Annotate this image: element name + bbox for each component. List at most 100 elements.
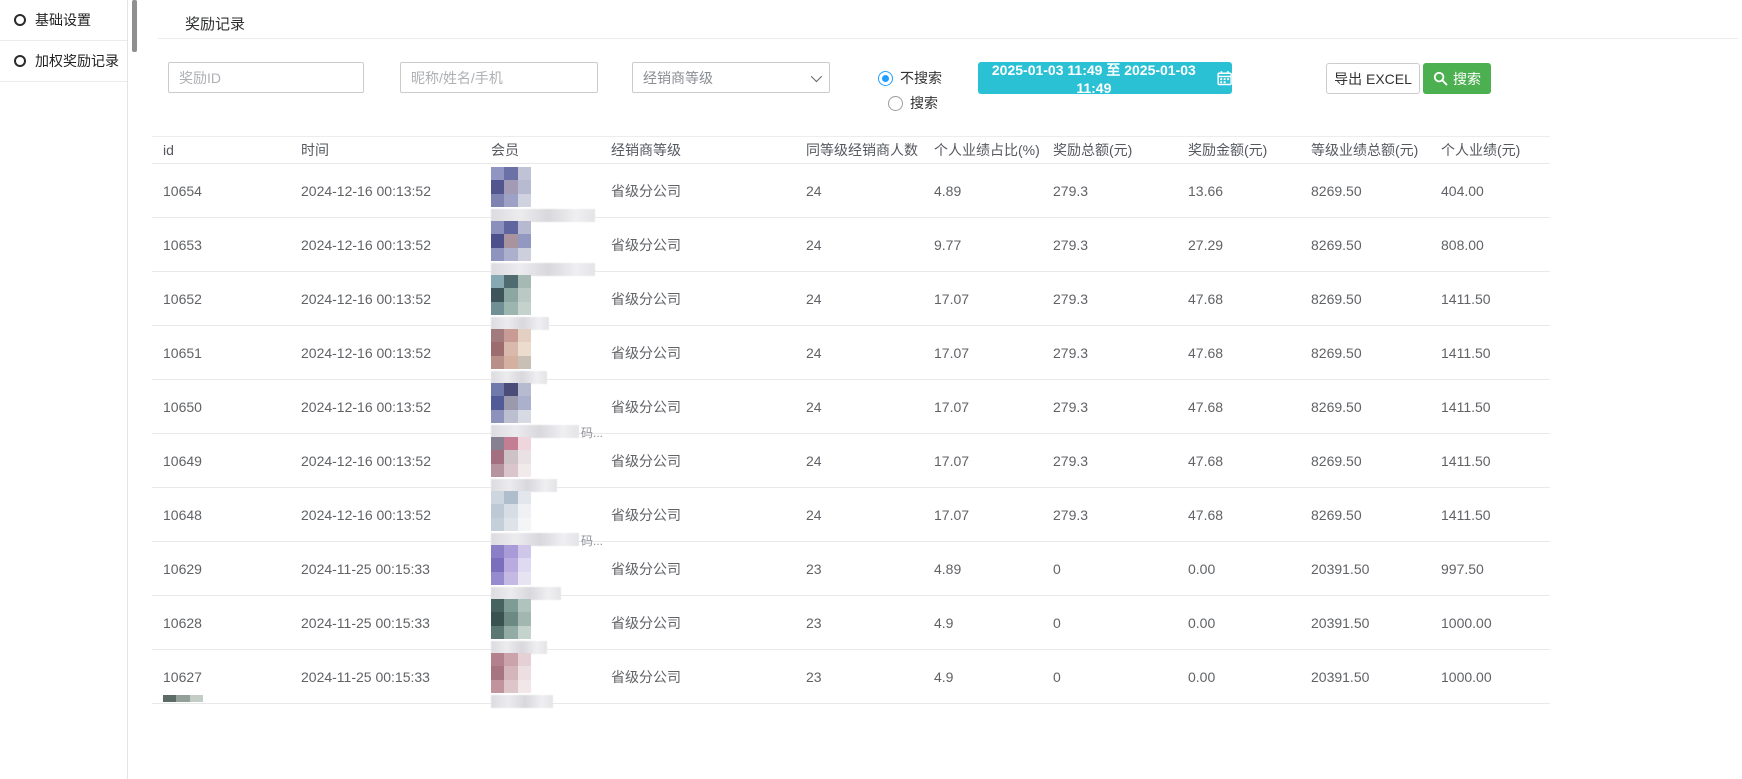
column-header-reward-total: 奖励总额(元): [1042, 137, 1177, 164]
column-header-personal-total: 个人业绩(元): [1430, 137, 1550, 164]
cell-personal-ratio: 4.89: [923, 164, 1042, 218]
cell-reward-total: 279.3: [1042, 272, 1177, 326]
cell-reward-amount: 27.29: [1177, 218, 1300, 272]
cell-personal-total: 1000.00: [1430, 650, 1550, 704]
cell-id: 10629: [152, 542, 290, 596]
cell-reward-amount: 47.68: [1177, 326, 1300, 380]
main-content: 奖励记录 经销商等级 不搜索 搜索 2025-01-03 11:49 至 202…: [152, 0, 1742, 779]
cell-level-total: 8269.50: [1300, 380, 1430, 434]
member-avatar: [491, 599, 531, 639]
cell-personal-ratio: 17.07: [923, 380, 1042, 434]
column-header-peer-count: 同等级经销商人数: [795, 137, 923, 164]
cell-dealer-level: 省级分公司: [600, 272, 795, 326]
member-cell: [491, 596, 600, 649]
cell-time: 2024-12-16 00:13:52: [290, 164, 480, 218]
member-cell: 码...: [491, 380, 600, 433]
cell-time: 2024-11-25 00:15:33: [290, 650, 480, 704]
cell-time: 2024-11-25 00:15:33: [290, 542, 480, 596]
cell-reward-amount: 13.66: [1177, 164, 1300, 218]
sidebar-item-label: 基础设置: [35, 10, 91, 30]
chevron-down-icon: [811, 70, 822, 81]
dealer-level-select[interactable]: 经销商等级: [632, 62, 830, 93]
reward-records-table: id 时间 会员 经销商等级 同等级经销商人数 个人业绩占比(%) 奖励总额(元…: [152, 136, 1550, 704]
radio-search-label: 搜索: [910, 93, 938, 113]
cell-level-total: 20391.50: [1300, 596, 1430, 650]
table-row: 10653 2024-12-16 00:13:52 省级分公司 24 9.77 …: [152, 218, 1550, 272]
member-avatar: [491, 437, 531, 477]
cell-reward-amount: 0.00: [1177, 596, 1300, 650]
cell-time: 2024-12-16 00:13:52: [290, 272, 480, 326]
circle-icon: [14, 14, 26, 26]
cell-reward-total: 0: [1042, 596, 1177, 650]
table-row: 10648 2024-12-16 00:13:52 码... 省级分公司 24 …: [152, 488, 1550, 542]
cell-id: 10628: [152, 596, 290, 650]
column-header-dealer-level: 经销商等级: [600, 137, 795, 164]
member-cell: 码...: [491, 488, 600, 541]
table-row: 10652 2024-12-16 00:13:52 省级分公司 24 17.07…: [152, 272, 1550, 326]
cell-peer-count: 24: [795, 326, 923, 380]
member-cell: [491, 164, 600, 217]
cell-level-total: 8269.50: [1300, 434, 1430, 488]
cell-id: 10653: [152, 218, 290, 272]
cell-personal-ratio: 9.77: [923, 218, 1042, 272]
table-row: 10654 2024-12-16 00:13:52 省级分公司 24 4.89 …: [152, 164, 1550, 218]
cell-reward-amount: 47.68: [1177, 434, 1300, 488]
radio-search[interactable]: 搜索: [888, 93, 938, 113]
sidebar-item-weighted-reward-records[interactable]: 加权奖励记录: [0, 41, 127, 82]
member-avatar: [491, 167, 531, 207]
cell-level-total: 8269.50: [1300, 488, 1430, 542]
radio-no-search[interactable]: 不搜索: [878, 68, 942, 88]
search-button[interactable]: 搜索: [1423, 63, 1491, 94]
member-avatar: [491, 545, 531, 585]
column-header-member: 会员: [480, 137, 600, 164]
cell-member: [480, 164, 600, 218]
cell-time: 2024-11-25 00:15:33: [290, 596, 480, 650]
cell-personal-total: 1411.50: [1430, 380, 1550, 434]
cell-peer-count: 24: [795, 272, 923, 326]
cell-personal-total: 404.00: [1430, 164, 1550, 218]
member-avatar: [491, 383, 531, 423]
cell-member: [480, 218, 600, 272]
cell-time: 2024-12-16 00:13:52: [290, 218, 480, 272]
sidebar-scrollbar-thumb[interactable]: [132, 0, 137, 52]
member-cell: [491, 542, 600, 595]
cell-dealer-level: 省级分公司: [600, 218, 795, 272]
cell-dealer-level: 省级分公司: [600, 488, 795, 542]
export-excel-button[interactable]: 导出 EXCEL: [1326, 63, 1420, 94]
member-avatar: [491, 329, 531, 369]
cell-member: [480, 434, 600, 488]
member-cell: [491, 272, 600, 325]
cell-reward-amount: 47.68: [1177, 488, 1300, 542]
radio-no-search-label: 不搜索: [900, 68, 942, 88]
cell-personal-total: 1411.50: [1430, 434, 1550, 488]
cell-personal-ratio: 17.07: [923, 434, 1042, 488]
cell-peer-count: 24: [795, 164, 923, 218]
cell-reward-total: 279.3: [1042, 164, 1177, 218]
table-row: 10649 2024-12-16 00:13:52 省级分公司 24 17.07…: [152, 434, 1550, 488]
cell-dealer-level: 省级分公司: [600, 326, 795, 380]
table-row: 10650 2024-12-16 00:13:52 码... 省级分公司 24 …: [152, 380, 1550, 434]
cell-member: 码...: [480, 380, 600, 434]
member-name-blur: [491, 695, 553, 708]
table-row: 10651 2024-12-16 00:13:52 省级分公司 24 17.07…: [152, 326, 1550, 380]
cell-peer-count: 24: [795, 488, 923, 542]
member-cell: [491, 218, 600, 271]
cell-id: 10654: [152, 164, 290, 218]
radio-unselected-icon: [888, 96, 903, 111]
reward-id-input[interactable]: [168, 62, 364, 93]
cell-reward-total: 279.3: [1042, 326, 1177, 380]
sidebar-item-basic-settings[interactable]: 基础设置: [0, 0, 127, 41]
cell-personal-total: 1411.50: [1430, 272, 1550, 326]
cell-personal-total: 1411.50: [1430, 326, 1550, 380]
member-search-input[interactable]: [400, 62, 598, 93]
member-avatar: [491, 221, 531, 261]
cell-level-total: 20391.50: [1300, 542, 1430, 596]
cell-time: 2024-12-16 00:13:52: [290, 488, 480, 542]
date-range-button[interactable]: 2025-01-03 11:49 至 2025-01-03 11:49: [978, 62, 1232, 94]
cell-dealer-level: 省级分公司: [600, 542, 795, 596]
cell-reward-total: 279.3: [1042, 488, 1177, 542]
column-header-personal-ratio: 个人业绩占比(%): [923, 137, 1042, 164]
partial-next-row-avatar: [163, 695, 203, 702]
cell-reward-total: 279.3: [1042, 218, 1177, 272]
cell-personal-ratio: 4.89: [923, 542, 1042, 596]
